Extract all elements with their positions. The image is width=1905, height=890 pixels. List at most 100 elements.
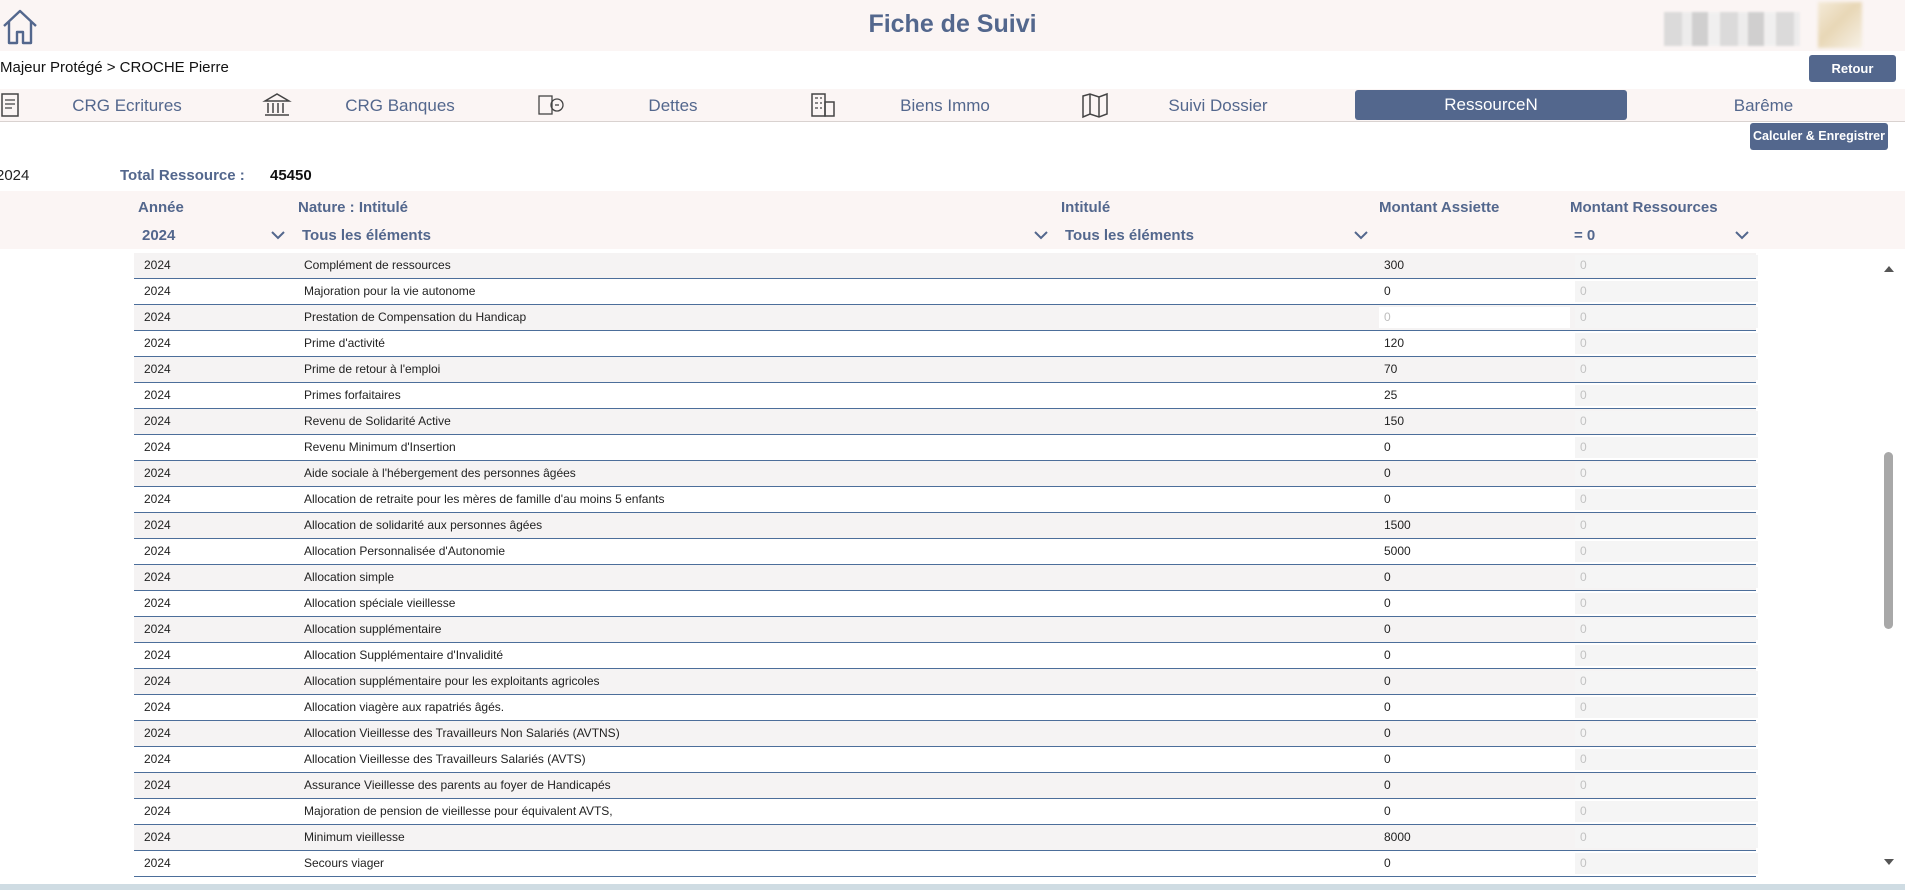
table-row[interactable]: 2024 Aide sociale à l'hébergement des per… [134, 461, 1758, 487]
cell-montant-ressources[interactable]: 0 [1575, 463, 1758, 484]
chevron-down-icon[interactable] [1353, 228, 1369, 242]
cell-montant-assiette[interactable]: 0 [1379, 307, 1570, 328]
chevron-down-icon[interactable] [1734, 228, 1750, 242]
chevron-down-icon[interactable] [270, 228, 286, 242]
cell-montant-ressources[interactable]: 0 [1575, 281, 1758, 302]
total-ressource-value: 45450 [270, 167, 312, 184]
table-row[interactable]: 2024 Allocation de solidarité aux personn… [134, 513, 1758, 539]
cell-montant-assiette[interactable]: 0 [1379, 723, 1570, 744]
column-header-annee[interactable]: Année [138, 199, 184, 216]
table-row[interactable]: 2024 Primes forfaitaires 25 0 [134, 383, 1758, 409]
scrollbar-thumb[interactable] [1884, 452, 1893, 629]
retour-button[interactable]: Retour [1809, 55, 1896, 82]
cell-montant-assiette[interactable]: 0 [1379, 775, 1570, 796]
tab-bareme[interactable]: Barême [1655, 89, 1872, 121]
table-row[interactable]: 2024 Allocation supplémentaire 0 0 [134, 617, 1758, 643]
cell-montant-ressources[interactable]: 0 [1575, 255, 1758, 276]
cell-montant-assiette[interactable]: 0 [1379, 281, 1570, 302]
table-row[interactable]: 2024 Allocation Personnalisée d'Autonomie… [134, 539, 1758, 565]
table-row[interactable]: 2024 Allocation Vieillesse des Travailleu… [134, 747, 1758, 773]
table-row[interactable]: 2024 Complément de ressources 300 0 [134, 253, 1758, 279]
cell-montant-ressources[interactable]: 0 [1575, 827, 1758, 848]
table-row[interactable]: 2024 Assurance Vieillesse des parents au … [134, 773, 1758, 799]
column-header-montant-ressources[interactable]: Montant Ressources [1570, 199, 1718, 216]
cell-montant-assiette[interactable]: 0 [1379, 671, 1570, 692]
column-header-montant-assiette[interactable]: Montant Assiette [1379, 199, 1499, 216]
cell-montant-ressources[interactable]: 0 [1575, 411, 1758, 432]
table-row[interactable]: 2024 Secours viager 0 0 [134, 851, 1758, 877]
cell-montant-ressources[interactable]: 0 [1575, 723, 1758, 744]
cell-montant-assiette[interactable]: 0 [1379, 437, 1570, 458]
cell-montant-assiette[interactable]: 0 [1379, 463, 1570, 484]
table-row[interactable]: 2024 Prestation de Compensation du Handic… [134, 305, 1758, 331]
table-row[interactable]: 2024 Allocation de retraite pour les mère… [134, 487, 1758, 513]
cell-montant-ressources[interactable]: 0 [1575, 307, 1758, 328]
cell-montant-assiette[interactable]: 0 [1379, 697, 1570, 718]
cell-montant-assiette[interactable]: 0 [1379, 593, 1570, 614]
table-row[interactable]: 2024 Allocation spéciale vieillesse 0 0 [134, 591, 1758, 617]
cell-montant-assiette[interactable]: 120 [1379, 333, 1570, 354]
table-row[interactable]: 2024 Majoration de pension de vieillesse … [134, 799, 1758, 825]
table-row[interactable]: 2024 Allocation viagère aux rapatriés âgé… [134, 695, 1758, 721]
cell-montant-assiette[interactable]: 8000 [1379, 827, 1570, 848]
filter-nature[interactable]: Tous les éléments [302, 227, 431, 244]
chevron-down-icon[interactable] [1033, 228, 1049, 242]
cell-montant-ressources[interactable]: 0 [1575, 801, 1758, 822]
table-row[interactable]: 2024 Allocation Supplémentaire d'Invalidi… [134, 643, 1758, 669]
filter-montant-ressources[interactable]: = 0 [1574, 227, 1595, 244]
table-row[interactable]: 2024 Allocation simple 0 0 [134, 565, 1758, 591]
tab-crg-ecritures[interactable]: CRG Ecritures [22, 89, 232, 121]
table-row[interactable]: 2024 Allocation Vieillesse des Travailleu… [134, 721, 1758, 747]
tab-ressourcen[interactable]: RessourceN [1355, 90, 1627, 120]
cell-montant-ressources[interactable]: 0 [1575, 333, 1758, 354]
filter-annee[interactable]: 2024 [142, 227, 175, 244]
avatar[interactable] [1818, 2, 1862, 48]
cell-montant-ressources[interactable]: 0 [1575, 671, 1758, 692]
cell-montant-assiette[interactable]: 25 [1379, 385, 1570, 406]
cell-montant-assiette[interactable]: 5000 [1379, 541, 1570, 562]
table-row[interactable]: 2024 Prime de retour à l'emploi 70 0 [134, 357, 1758, 383]
cell-montant-ressources[interactable]: 0 [1575, 385, 1758, 406]
cell-montant-assiette[interactable]: 0 [1379, 619, 1570, 640]
cell-montant-assiette[interactable]: 0 [1379, 801, 1570, 822]
cell-montant-assiette[interactable]: 1500 [1379, 515, 1570, 536]
column-header-intitule[interactable]: Intitulé [1061, 199, 1110, 216]
table-row[interactable]: 2024 Revenu de Solidarité Active 150 0 [134, 409, 1758, 435]
cell-montant-assiette[interactable]: 0 [1379, 749, 1570, 770]
tab-suivi-dossier[interactable]: Suivi Dossier [1113, 89, 1323, 121]
tab-biens-immo[interactable]: Biens Immo [840, 89, 1050, 121]
cell-montant-ressources[interactable]: 0 [1575, 619, 1758, 640]
table-row[interactable]: 2024 Allocation supplémentaire pour les e… [134, 669, 1758, 695]
cell-montant-ressources[interactable]: 0 [1575, 697, 1758, 718]
cell-montant-ressources[interactable]: 0 [1575, 515, 1758, 536]
tab-dettes[interactable]: Dettes [568, 89, 778, 121]
scroll-up-arrow-icon[interactable] [1882, 262, 1896, 274]
cell-montant-assiette[interactable]: 0 [1379, 567, 1570, 588]
cell-montant-assiette[interactable]: 0 [1379, 645, 1570, 666]
table-row[interactable]: 2024 Minimum vieillesse 8000 0 [134, 825, 1758, 851]
tab-crg-banques[interactable]: CRG Banques [295, 89, 505, 121]
cell-montant-assiette[interactable]: 300 [1379, 255, 1570, 276]
cell-montant-assiette[interactable]: 70 [1379, 359, 1570, 380]
cell-montant-ressources[interactable]: 0 [1575, 749, 1758, 770]
cell-montant-ressources[interactable]: 0 [1575, 359, 1758, 380]
cell-montant-ressources[interactable]: 0 [1575, 567, 1758, 588]
cell-montant-ressources[interactable]: 0 [1575, 853, 1758, 874]
cell-montant-ressources[interactable]: 0 [1575, 437, 1758, 458]
cell-montant-assiette[interactable]: 0 [1379, 853, 1570, 874]
cell-montant-ressources[interactable]: 0 [1575, 645, 1758, 666]
cell-annee: 2024 [144, 336, 171, 350]
cell-montant-assiette[interactable]: 0 [1379, 489, 1570, 510]
calculer-enregistrer-button[interactable]: Calculer & Enregistrer [1750, 123, 1888, 150]
filter-intitule[interactable]: Tous les éléments [1065, 227, 1194, 244]
cell-montant-ressources[interactable]: 0 [1575, 775, 1758, 796]
table-row[interactable]: 2024 Majoration pour la vie autonome 0 0 [134, 279, 1758, 305]
scroll-down-arrow-icon[interactable] [1882, 855, 1896, 867]
cell-montant-assiette[interactable]: 150 [1379, 411, 1570, 432]
cell-montant-ressources[interactable]: 0 [1575, 593, 1758, 614]
cell-montant-ressources[interactable]: 0 [1575, 489, 1758, 510]
cell-montant-ressources[interactable]: 0 [1575, 541, 1758, 562]
table-row[interactable]: 2024 Revenu Minimum d'Insertion 0 0 [134, 435, 1758, 461]
column-header-nature[interactable]: Nature : Intitulé [298, 199, 408, 216]
table-row[interactable]: 2024 Prime d'activité 120 0 [134, 331, 1758, 357]
